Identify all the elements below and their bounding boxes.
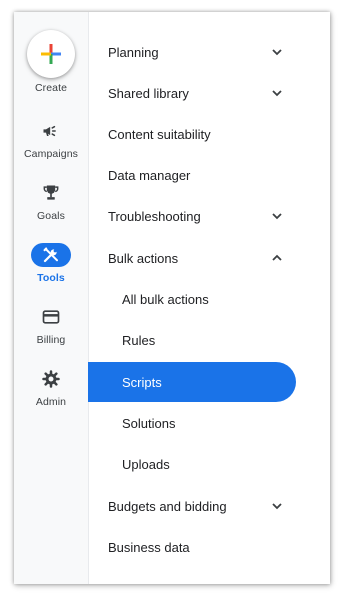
menu-item-label: All bulk actions bbox=[122, 291, 209, 307]
navigation-panel: Create Campaigns Goals Tools Billing Adm… bbox=[14, 12, 330, 584]
trophy-icon bbox=[31, 181, 71, 205]
menu-item-troubleshooting[interactable]: Troubleshooting bbox=[88, 196, 330, 236]
menu-item-planning[interactable]: Planning bbox=[88, 32, 330, 72]
chevron-down-icon bbox=[272, 213, 282, 220]
rail-item-admin[interactable]: Admin bbox=[14, 367, 88, 408]
menu-item-all-bulk-actions[interactable]: All bulk actions bbox=[88, 279, 330, 319]
menu-item-bulk-actions[interactable]: Bulk actions bbox=[88, 238, 330, 278]
rail-item-billing[interactable]: Billing bbox=[14, 305, 88, 346]
menu-item-label: Budgets and bidding bbox=[108, 498, 227, 514]
menu-item-business-data[interactable]: Business data bbox=[88, 527, 330, 567]
menu-item-data-manager[interactable]: Data manager bbox=[88, 155, 330, 195]
menu-item-label: Planning bbox=[108, 44, 159, 60]
navigation-rail: Create Campaigns Goals Tools Billing Adm… bbox=[14, 12, 89, 584]
credit-card-icon bbox=[31, 305, 71, 329]
menu-item-label: Shared library bbox=[108, 85, 189, 101]
tools-menu: Planning Shared library Content suitabil… bbox=[88, 12, 330, 584]
chevron-down-icon bbox=[272, 90, 282, 97]
rail-item-campaigns[interactable]: Campaigns bbox=[14, 119, 88, 160]
rail-label-admin: Admin bbox=[35, 396, 67, 408]
menu-item-label: Uploads bbox=[122, 456, 170, 472]
menu-item-budgets-and-bidding[interactable]: Budgets and bidding bbox=[88, 486, 330, 526]
chevron-up-icon bbox=[272, 254, 282, 261]
menu-item-label: Content suitability bbox=[108, 126, 211, 142]
create-button[interactable] bbox=[27, 30, 75, 78]
menu-item-label: Troubleshooting bbox=[108, 208, 201, 224]
menu-item-content-suitability[interactable]: Content suitability bbox=[88, 114, 330, 154]
menu-item-shared-library[interactable]: Shared library bbox=[88, 73, 330, 113]
menu-item-scripts[interactable]: Scripts bbox=[88, 362, 296, 402]
menu-item-uploads[interactable]: Uploads bbox=[88, 444, 330, 484]
chevron-down-icon bbox=[272, 49, 282, 56]
rail-label-tools: Tools bbox=[37, 272, 65, 284]
rail-item-goals[interactable]: Goals bbox=[14, 181, 88, 222]
menu-item-label: Rules bbox=[122, 332, 156, 348]
gear-icon bbox=[31, 367, 71, 391]
menu-item-rules[interactable]: Rules bbox=[88, 320, 330, 360]
menu-item-label: Business data bbox=[108, 539, 190, 555]
menu-item-solutions[interactable]: Solutions bbox=[88, 403, 330, 443]
menu-item-label: Bulk actions bbox=[108, 250, 179, 266]
menu-item-label: Solutions bbox=[122, 415, 176, 431]
rail-label-billing: Billing bbox=[36, 334, 66, 346]
rail-label-campaigns: Campaigns bbox=[23, 148, 78, 160]
rail-item-create[interactable]: Create bbox=[14, 30, 88, 94]
wrench-icon bbox=[31, 243, 71, 267]
rail-label-goals: Goals bbox=[37, 210, 65, 222]
chevron-down-icon bbox=[272, 503, 282, 510]
rail-label-create: Create bbox=[34, 82, 68, 94]
menu-item-label: Scripts bbox=[122, 374, 162, 390]
menu-item-label: Data manager bbox=[108, 167, 191, 183]
rail-item-tools[interactable]: Tools bbox=[14, 243, 88, 284]
megaphone-icon bbox=[31, 119, 71, 143]
plus-icon bbox=[41, 44, 61, 64]
